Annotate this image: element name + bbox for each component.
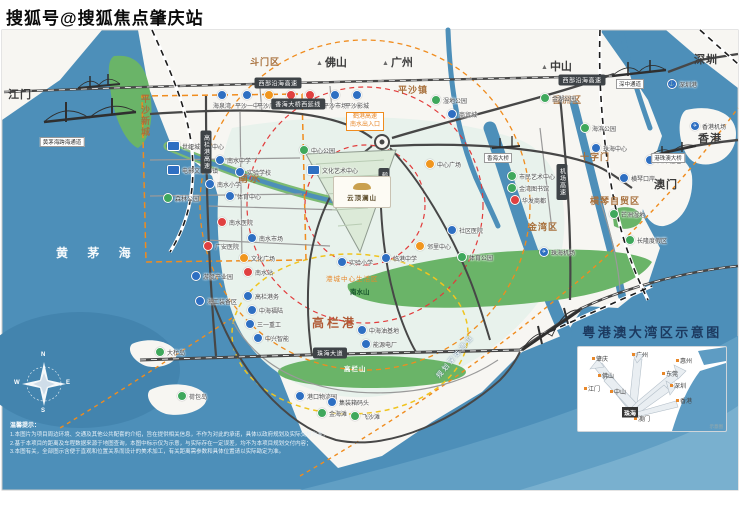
disclaimer: 温馨提示： 1.本图片为项目周边环境、交通及其他公共配套的介绍，旨在提供相关信息… (10, 420, 355, 457)
interchange-label-line2: 南水出入口 (350, 122, 380, 130)
inset-city-marker-icon (632, 353, 635, 356)
disclaimer-line: 3.本图有关，全部图示含便于直观和位置关系而设计的美术加工，有关距离需参数和具体… (10, 448, 355, 457)
compass-s: S (41, 408, 45, 414)
inset-city-label: 广州 (632, 350, 648, 359)
inset-city-name: 中山 (614, 387, 626, 396)
compass-e: E (66, 380, 70, 386)
gba-inset-card: 示意图 肇庆 广州惠州佛山 东莞深圳中山 江门香港澳门珠海 (577, 346, 727, 432)
inset-city-name: 澳门 (638, 414, 650, 423)
inset-city-marker-icon (592, 357, 595, 360)
project-card: 云顶澜山 (333, 176, 391, 208)
project-logo-icon (353, 183, 371, 190)
inset-city-label: 江门 (584, 384, 600, 393)
inset-city-label: 深圳 (670, 381, 686, 390)
inset-city-label: 肇庆 (592, 354, 608, 363)
inset-city-name: 深圳 (674, 381, 686, 390)
disclaimer-title: 温馨提示： (10, 420, 355, 429)
project-name: 云顶澜山 (347, 192, 377, 202)
inset-home-label: 珠海 (622, 409, 638, 418)
compass-n: N (41, 352, 45, 358)
inset-city-name: 肇庆 (596, 354, 608, 363)
disclaimer-line: 2.基于本项目的距离及车程数据来源于地图查询，本图中标示仅为示意，与实际存在一定… (10, 440, 355, 449)
inset-city-label: 佛山 (598, 371, 614, 380)
gba-inset: 粤港澳大湾区示意图 示意图 肇庆 广州惠州佛山 东莞深圳中山 江门香港澳门珠海 (570, 322, 734, 456)
inset-city-marker-icon (584, 387, 587, 390)
inset-city-marker-icon (610, 390, 613, 393)
inset-city-name: 佛山 (602, 371, 614, 380)
interchange-roundabout (375, 135, 389, 149)
gba-inset-title: 粤港澳大湾区示意图 (570, 322, 734, 341)
inset-city-label: 惠州 (676, 356, 692, 365)
inset-city-marker-icon (676, 399, 679, 402)
inset-city-label: 香港 (676, 396, 692, 405)
interchange-label-line1: 鹤港高速 (350, 114, 380, 122)
inset-city-name: 香港 (680, 396, 692, 405)
inset-city-label: 中山 (610, 387, 626, 396)
inset-city-name: 江门 (588, 384, 600, 393)
inset-city-marker-icon (662, 372, 665, 375)
inset-city-marker-icon (598, 374, 601, 377)
inset-city-label: 东莞 (662, 369, 678, 378)
inset-city-name: 广州 (636, 350, 648, 359)
inset-city-marker-icon (670, 384, 673, 387)
gba-inset-note: 示意图 (710, 424, 724, 430)
inset-city-name: 惠州 (680, 356, 692, 365)
disclaimer-line: 1.本图片为项目周边环境、交通及其他公共配套的介绍，旨在提供相关信息，不作为对此… (10, 431, 355, 440)
inset-city-name: 东莞 (666, 369, 678, 378)
compass-w: W (14, 380, 20, 386)
map-page: 搜狐号@搜狐焦点肇庆站 (0, 0, 740, 508)
interchange-label: 鹤港高速 南水出入口 (346, 112, 384, 131)
watermark: 搜狐号@搜狐焦点肇庆站 (6, 4, 204, 29)
inset-city-marker-icon (676, 359, 679, 362)
